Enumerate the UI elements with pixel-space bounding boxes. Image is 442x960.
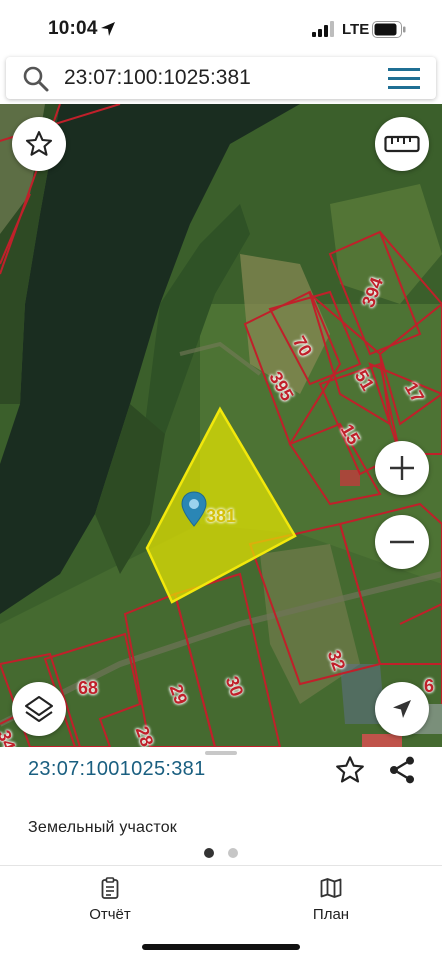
sheet-grabber[interactable]	[205, 751, 237, 755]
parcel-label-selected[interactable]: 381	[206, 506, 236, 527]
location-arrow-icon	[101, 22, 115, 36]
zoom-in-button[interactable]	[375, 441, 429, 495]
parcel-type: Земельный участок	[28, 819, 178, 836]
satellite-imagery	[0, 104, 442, 747]
tab-bar: Отчёт План	[0, 865, 442, 960]
tab-plan[interactable]: План	[271, 876, 391, 923]
search-input[interactable]	[64, 63, 364, 93]
parcel-label[interactable]: 68	[78, 678, 98, 699]
share-icon[interactable]	[386, 754, 418, 786]
battery-icon	[372, 21, 406, 38]
search-bar	[6, 57, 436, 99]
parcel-label[interactable]: 6	[424, 676, 434, 697]
zoom-out-button[interactable]	[375, 515, 429, 569]
star-outline-icon[interactable]	[334, 754, 366, 786]
page-dot-active[interactable]	[204, 848, 214, 858]
plan-map-icon	[320, 878, 342, 898]
ruler-button[interactable]	[375, 117, 429, 171]
parcel-info-sheet[interactable]: 23:07:1001025:381 Земельный участок	[0, 747, 442, 865]
status-bar: 10:04 LTE	[0, 0, 442, 56]
page-indicator[interactable]	[204, 848, 238, 858]
tab-report[interactable]: Отчёт	[50, 876, 170, 923]
map-view[interactable]: 381 394 70 395 51 17 15 68 29 30 32 28 6…	[0, 104, 442, 747]
star-outline-icon	[25, 131, 53, 156]
my-location-button[interactable]	[375, 682, 429, 736]
favorites-button[interactable]	[12, 117, 66, 171]
network-type: LTE	[342, 21, 370, 38]
signal-icon	[312, 21, 334, 37]
tab-report-label: Отчёт	[89, 906, 131, 923]
report-clipboard-icon	[101, 877, 119, 899]
plus-icon	[390, 456, 414, 480]
hamburger-menu-icon[interactable]	[388, 67, 420, 91]
home-indicator[interactable]	[142, 944, 300, 950]
layers-button[interactable]	[12, 682, 66, 736]
minus-icon	[390, 540, 414, 544]
status-time: 10:04	[48, 18, 98, 39]
tab-plan-label: План	[312, 906, 350, 923]
search-icon[interactable]	[22, 65, 50, 93]
cadastral-number[interactable]: 23:07:1001025:381	[28, 758, 206, 781]
ruler-icon	[384, 135, 420, 153]
page-dot[interactable]	[228, 848, 238, 858]
navigation-arrow-icon	[393, 700, 411, 718]
layers-icon	[25, 696, 53, 722]
location-pin-icon[interactable]	[181, 491, 207, 527]
